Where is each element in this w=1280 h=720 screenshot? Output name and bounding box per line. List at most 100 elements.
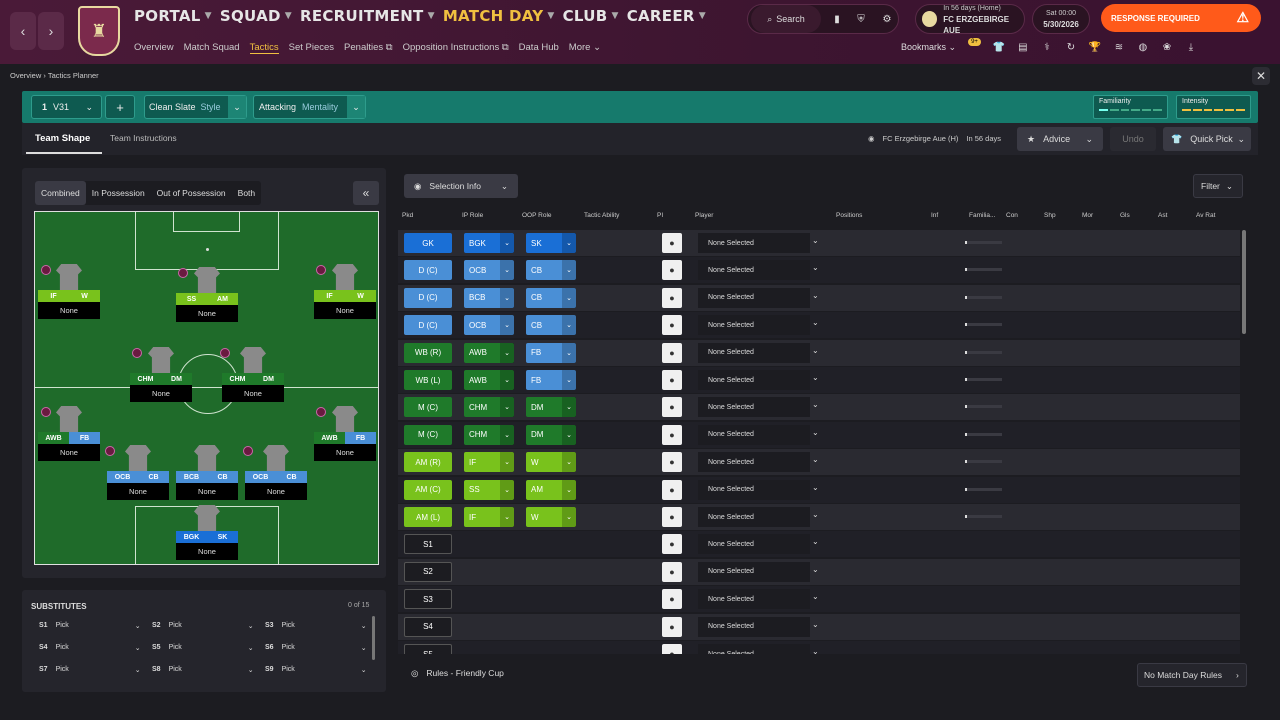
player-select[interactable]: None Selected xyxy=(698,616,810,637)
chevron-down-icon[interactable]: ⌄ xyxy=(812,291,819,300)
col-mor[interactable]: Mor xyxy=(1082,212,1093,219)
familiarity-meter[interactable]: Familiarity xyxy=(1093,95,1168,119)
ip-role-select[interactable]: CHM ⌄ xyxy=(464,397,514,418)
chevron-down-icon[interactable]: ⌄ xyxy=(812,620,819,629)
match-day-rules-button[interactable]: No Match Day Rules › xyxy=(1137,663,1247,687)
oop-role-select[interactable]: CB ⌄ xyxy=(526,287,576,308)
chevron-down-icon[interactable]: ⌄ xyxy=(812,510,819,519)
chevron-down-icon[interactable]: ⌄ xyxy=(812,318,819,327)
player-instructions-button[interactable]: ● xyxy=(662,370,682,390)
pitch-player[interactable]: OCB CB None xyxy=(243,445,307,500)
ip-role-select[interactable]: CHM ⌄ xyxy=(464,424,514,445)
bookmark-icon[interactable]: ▮ xyxy=(831,13,843,25)
toggle-combined[interactable]: Combined xyxy=(35,181,86,205)
pitch-player[interactable]: BGK SK None xyxy=(176,505,238,560)
sub-slot[interactable]: S9 Pick ⌄ xyxy=(265,666,367,674)
position-cell[interactable]: WB (R) xyxy=(404,342,452,363)
substitutes-scrollbar[interactable] xyxy=(372,616,375,660)
shield-icon[interactable]: ⛨ xyxy=(855,13,867,25)
ip-role-select[interactable]: AWB ⌄ xyxy=(464,370,514,390)
subnav-more[interactable]: More ⌄ xyxy=(569,42,601,54)
player-select[interactable]: None Selected xyxy=(698,370,810,390)
position-cell[interactable]: AM (C) xyxy=(404,479,452,500)
intensity-meter[interactable]: Intensity xyxy=(1176,95,1251,119)
toggle-in-possession[interactable]: In Possession xyxy=(86,181,151,205)
ip-role-select[interactable]: OCB ⌄ xyxy=(464,260,514,281)
position-cell[interactable]: M (C) xyxy=(404,424,452,445)
position-cell[interactable]: S3 xyxy=(404,589,452,610)
player-instructions-button[interactable]: ● xyxy=(662,507,682,527)
player-select[interactable]: None Selected xyxy=(698,534,810,555)
ip-role-select[interactable]: AWB ⌄ xyxy=(464,342,514,363)
table-row[interactable]: AM (C) SS ⌄ AM ⌄ ● None Selected ⌄ xyxy=(398,476,1240,503)
ip-role-select[interactable]: IF ⌄ xyxy=(464,507,514,527)
toggle-out-of-possession[interactable]: Out of Possession xyxy=(151,181,232,205)
subnav-tactics[interactable]: Tactics xyxy=(249,42,279,54)
position-cell[interactable]: D (C) xyxy=(404,260,452,281)
position-cell[interactable]: M (C) xyxy=(404,397,452,418)
chevron-down-icon[interactable]: ⌄ xyxy=(812,483,819,492)
player-instructions-button[interactable]: ● xyxy=(662,287,682,308)
position-cell[interactable]: D (C) xyxy=(404,287,452,308)
chevron-down-icon[interactable]: ⌄ xyxy=(812,537,819,546)
toggle-both[interactable]: Both xyxy=(232,181,262,205)
player-select[interactable]: None Selected xyxy=(698,644,810,654)
pitch-player[interactable]: IF W None xyxy=(38,264,100,319)
col-con[interactable]: Con xyxy=(1006,212,1018,219)
oop-role-select[interactable]: SK ⌄ xyxy=(526,233,576,253)
add-tactic-button[interactable]: + xyxy=(105,95,135,119)
advice-button[interactable]: ★ Advice ⌄ xyxy=(1017,127,1103,151)
chevron-down-icon[interactable]: ⌄ xyxy=(812,263,819,272)
player-select[interactable]: None Selected xyxy=(698,452,810,473)
nav-portal[interactable]: PORTAL ▼ xyxy=(134,7,212,25)
player-select[interactable]: None Selected xyxy=(698,397,810,418)
pitch-player[interactable]: OCB CB None xyxy=(105,445,169,500)
player-instructions-button[interactable]: ● xyxy=(662,616,682,637)
player-instructions-button[interactable]: ● xyxy=(662,452,682,473)
player-select[interactable]: None Selected xyxy=(698,315,810,336)
mentality-select[interactable]: Attacking Mentality ⌄ xyxy=(253,95,366,119)
table-row[interactable]: S4 ● None Selected ⌄ xyxy=(398,613,1240,640)
football-icon[interactable]: ◍ xyxy=(1137,41,1149,53)
nav-match-day[interactable]: MATCH DAY ▼ xyxy=(443,7,555,25)
tab-team-shape[interactable]: Team Shape xyxy=(35,133,90,144)
table-row[interactable]: D (C) BCB ⌄ CB ⌄ ● None Selected ⌄ xyxy=(398,284,1240,311)
next-match-pill[interactable]: In 56 days (Home) FC ERZGEBIRGE AUE xyxy=(915,4,1025,35)
filter-button[interactable]: Filter ⌄ xyxy=(1193,174,1243,198)
player-select[interactable]: None Selected xyxy=(698,589,810,610)
player-select[interactable]: None Selected xyxy=(698,287,810,308)
sub-slot[interactable]: S3 Pick ⌄ xyxy=(265,622,367,630)
col-familiarity[interactable]: Familia... xyxy=(969,212,995,219)
position-cell[interactable]: S4 xyxy=(404,616,452,637)
table-row[interactable]: S3 ● None Selected ⌄ xyxy=(398,586,1240,613)
sub-slot[interactable]: S8 Pick ⌄ xyxy=(152,666,254,674)
pitch-player[interactable]: CHM DM None xyxy=(220,347,284,402)
col-tactic-ability[interactable]: Tactic Ability xyxy=(584,212,619,219)
table-row[interactable]: M (C) CHM ⌄ DM ⌄ ● None Selected ⌄ xyxy=(398,394,1240,421)
close-button[interactable]: ✕ xyxy=(1252,67,1270,85)
player-instructions-button[interactable]: ● xyxy=(662,260,682,281)
table-row[interactable]: WB (R) AWB ⌄ FB ⌄ ● None Selected ⌄ xyxy=(398,339,1240,366)
oop-role-select[interactable]: W ⌄ xyxy=(526,507,576,527)
style-select[interactable]: Clean Slate Style ⌄ xyxy=(144,95,247,119)
chevron-down-icon[interactable]: ⌄ xyxy=(812,346,819,355)
col-shp[interactable]: Shp xyxy=(1044,212,1056,219)
ip-role-select[interactable]: BGK ⌄ xyxy=(464,233,514,253)
pitch-player[interactable]: IF W None xyxy=(314,264,376,319)
col-pkd[interactable]: Pkd xyxy=(402,212,413,219)
sub-slot[interactable]: S1 Pick ⌄ xyxy=(39,622,141,630)
col-positions[interactable]: Positions xyxy=(836,212,862,219)
oop-role-select[interactable]: W ⌄ xyxy=(526,452,576,473)
forward-button[interactable]: › xyxy=(38,12,64,50)
player-select[interactable]: None Selected xyxy=(698,507,810,527)
position-cell[interactable]: D (C) xyxy=(404,315,452,336)
oop-role-select[interactable]: CB ⌄ xyxy=(526,260,576,281)
response-required-button[interactable]: RESPONSE REQUIRED ⚠ xyxy=(1101,4,1261,32)
table-row[interactable]: AM (R) IF ⌄ W ⌄ ● None Selected ⌄ xyxy=(398,449,1240,476)
chevron-down-icon[interactable]: ⌄ xyxy=(812,400,819,409)
selection-info-dropdown[interactable]: ◉ Selection Info ⌄ xyxy=(404,174,518,198)
ip-role-select[interactable]: SS ⌄ xyxy=(464,479,514,500)
pitch-player[interactable]: AWB FB None xyxy=(38,406,100,461)
table-row[interactable]: D (C) OCB ⌄ CB ⌄ ● None Selected ⌄ xyxy=(398,257,1240,284)
date-pill[interactable]: Sat 00:00 5/30/2026 xyxy=(1032,4,1090,34)
